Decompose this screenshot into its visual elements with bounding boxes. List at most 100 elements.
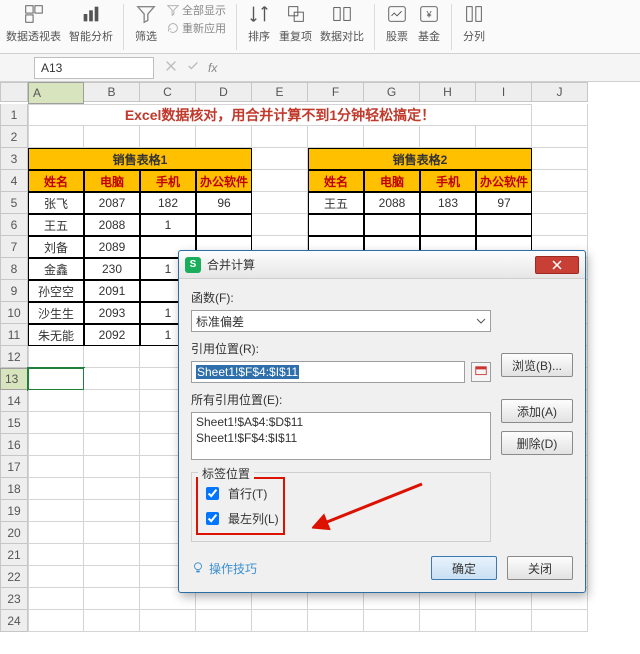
list-item[interactable]: Sheet1!$F$4:$I$11 [196, 431, 486, 445]
ribbon-sort[interactable]: 排序 [247, 2, 271, 44]
cell[interactable] [28, 610, 84, 632]
cell[interactable]: 97 [476, 192, 532, 214]
row-header[interactable]: 19 [0, 500, 28, 522]
cell[interactable] [364, 214, 420, 236]
cell[interactable]: 2089 [84, 236, 140, 258]
cell[interactable] [84, 522, 140, 544]
cell[interactable] [532, 192, 588, 214]
dialog-close-button[interactable] [535, 256, 579, 274]
cell[interactable]: 张飞 [28, 192, 84, 214]
table-title[interactable]: 销售表格1 [28, 148, 252, 170]
cell[interactable] [476, 214, 532, 236]
cell[interactable]: 182 [140, 192, 196, 214]
confirm-icon[interactable] [186, 59, 200, 76]
cell[interactable] [252, 192, 308, 214]
cell[interactable]: 王五 [308, 192, 364, 214]
cell[interactable] [140, 610, 196, 632]
cancel-icon[interactable] [164, 59, 178, 76]
cell[interactable]: 办公软件 [196, 170, 252, 192]
ribbon-showall[interactable]: 全部显示 [166, 2, 226, 18]
cell[interactable]: 2091 [84, 280, 140, 302]
cell[interactable] [252, 126, 308, 148]
row-header[interactable]: 20 [0, 522, 28, 544]
close-button[interactable]: 关闭 [507, 556, 573, 580]
cell[interactable] [196, 126, 252, 148]
cell[interactable] [252, 214, 308, 236]
cell[interactable] [420, 610, 476, 632]
cell[interactable] [84, 566, 140, 588]
cell[interactable] [84, 610, 140, 632]
dialog-titlebar[interactable]: S 合并计算 [179, 251, 585, 279]
cell[interactable]: 手机 [420, 170, 476, 192]
cell[interactable]: 电脑 [364, 170, 420, 192]
cell[interactable] [308, 214, 364, 236]
cell[interactable] [308, 610, 364, 632]
ribbon-pivot[interactable]: 数据透视表 [6, 2, 61, 44]
cell[interactable] [252, 170, 308, 192]
cell[interactable]: 96 [196, 192, 252, 214]
cell[interactable]: 朱无能 [28, 324, 84, 346]
ribbon-stock[interactable]: 股票 [385, 2, 409, 44]
row-header[interactable]: 4 [0, 170, 28, 192]
cell[interactable] [420, 214, 476, 236]
reference-input[interactable]: Sheet1!$F$4:$I$11 [191, 361, 465, 383]
cell[interactable] [84, 478, 140, 500]
left-col-checkbox[interactable]: 最左列(L) [200, 506, 281, 531]
column-header[interactable]: C [140, 82, 196, 102]
row-header[interactable]: 1 [0, 104, 28, 126]
cell[interactable]: 230 [84, 258, 140, 280]
tips-link[interactable]: 操作技巧 [191, 560, 257, 577]
ribbon-split[interactable]: 分列 [462, 2, 486, 44]
cell[interactable] [532, 126, 588, 148]
cell[interactable]: 姓名 [308, 170, 364, 192]
cell[interactable]: 2087 [84, 192, 140, 214]
delete-button[interactable]: 删除(D) [501, 431, 573, 455]
column-header[interactable]: I [476, 82, 532, 102]
cell[interactable] [84, 126, 140, 148]
cell[interactable] [252, 148, 308, 170]
column-header[interactable]: D [196, 82, 252, 102]
cell[interactable] [28, 566, 84, 588]
cell[interactable]: 2093 [84, 302, 140, 324]
cell[interactable] [28, 368, 84, 390]
list-item[interactable]: Sheet1!$A$4:$D$11 [196, 415, 486, 429]
add-button[interactable]: 添加(A) [501, 399, 573, 423]
cell[interactable]: 金鑫 [28, 258, 84, 280]
cell[interactable] [28, 126, 84, 148]
cell[interactable] [364, 610, 420, 632]
row-header[interactable]: 21 [0, 544, 28, 566]
cell[interactable] [84, 588, 140, 610]
cell[interactable]: 电脑 [84, 170, 140, 192]
row-header[interactable]: 16 [0, 434, 28, 456]
cell[interactable]: 手机 [140, 170, 196, 192]
ribbon-smart[interactable]: 智能分析 [69, 2, 113, 44]
cell[interactable] [532, 104, 588, 126]
ribbon-dup[interactable]: 重复项 [279, 2, 312, 44]
row-header[interactable]: 9 [0, 280, 28, 302]
table-title[interactable]: 销售表格2 [308, 148, 532, 170]
row-header[interactable]: 11 [0, 324, 28, 346]
column-header[interactable]: E [252, 82, 308, 102]
cell[interactable] [28, 346, 84, 368]
cell[interactable] [84, 434, 140, 456]
cell[interactable]: 2088 [84, 214, 140, 236]
cell[interactable] [28, 588, 84, 610]
column-header[interactable]: A [28, 82, 84, 104]
cell[interactable]: 1 [140, 214, 196, 236]
cell[interactable] [532, 610, 588, 632]
ok-button[interactable]: 确定 [431, 556, 497, 580]
cell[interactable] [420, 126, 476, 148]
cell[interactable] [28, 478, 84, 500]
cell[interactable]: 2088 [364, 192, 420, 214]
cell[interactable] [28, 500, 84, 522]
cell[interactable] [28, 522, 84, 544]
row-header[interactable]: 24 [0, 610, 28, 632]
ribbon-fund[interactable]: ¥ 基金 [417, 2, 441, 44]
cell[interactable]: 办公软件 [476, 170, 532, 192]
row-header[interactable]: 5 [0, 192, 28, 214]
function-select[interactable]: 标准偏差 [191, 310, 491, 332]
row-header[interactable]: 23 [0, 588, 28, 610]
cell[interactable] [84, 412, 140, 434]
row-header[interactable]: 12 [0, 346, 28, 368]
row-header[interactable]: 13 [0, 368, 28, 390]
